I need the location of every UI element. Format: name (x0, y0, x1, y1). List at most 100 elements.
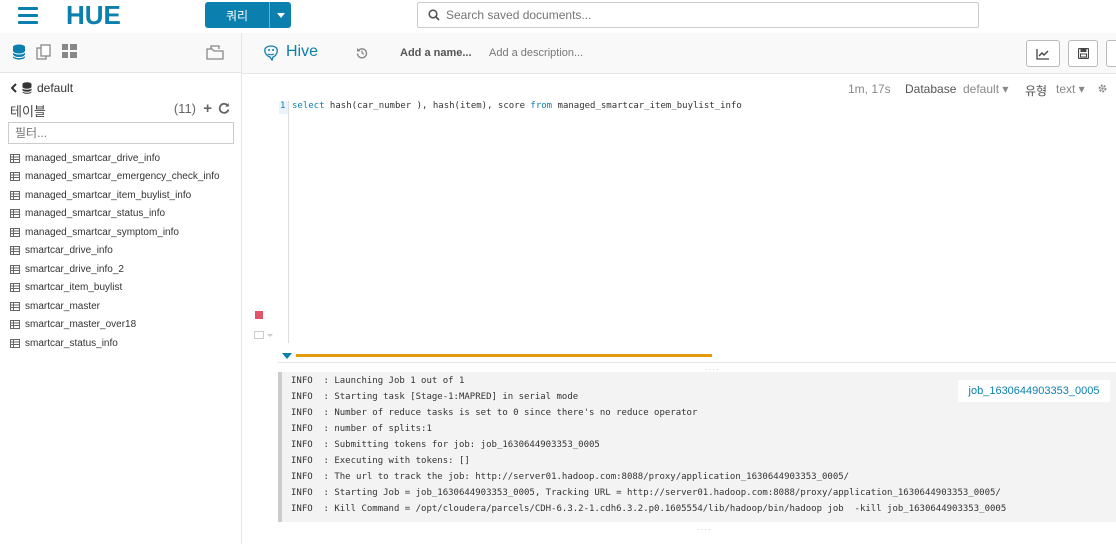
search-icon (428, 9, 440, 21)
log-line: INFO : Kill Command = /opt/cloudera/parc… (291, 504, 1007, 514)
query-name-field[interactable]: Add a name... (400, 47, 472, 59)
add-table-icon[interactable]: + (203, 100, 212, 117)
table-list: managed_smartcar_drive_info managed_smart… (10, 149, 220, 353)
hue-logo[interactable]: HUE (66, 2, 146, 28)
sql-keyword-from: from (530, 101, 553, 111)
database-icon (22, 82, 32, 94)
log-resize-handle[interactable]: ···· (697, 525, 712, 534)
table-list-item[interactable]: smartcar_drive_info_2 (10, 260, 220, 279)
log-line: INFO : Number of reduce tasks is set to … (291, 408, 698, 418)
table-icon (10, 301, 20, 311)
save-icon (1077, 48, 1089, 59)
tables-header: 테이블 (11) + (10, 100, 232, 120)
execution-time: 1m, 17s (848, 82, 891, 96)
collapse-panel-icon[interactable] (206, 44, 224, 60)
tables-label: 테이블 (10, 104, 46, 119)
svg-text:HUE: HUE (66, 2, 121, 28)
engine-name[interactable]: Hive (286, 43, 318, 61)
table-icon (10, 153, 20, 163)
table-list-item[interactable]: managed_smartcar_symptom_info (10, 223, 220, 242)
sql-expression: hash(car_number ), hash(item), score (324, 101, 531, 111)
table-list-item[interactable]: smartcar_master (10, 297, 220, 316)
save-button[interactable] (1068, 40, 1098, 67)
log-line: INFO : number of splits:1 (291, 424, 432, 434)
table-icon (10, 320, 20, 330)
table-name[interactable]: smartcar_master_over18 (25, 319, 136, 330)
table-name[interactable]: smartcar_drive_info_2 (25, 264, 124, 275)
assist-tabs (0, 33, 241, 73)
type-select[interactable]: text ▾ (1056, 82, 1085, 96)
table-list-item[interactable]: smartcar_item_buylist (10, 279, 220, 298)
editor-gutter (288, 101, 289, 343)
history-icon[interactable] (356, 47, 368, 59)
table-list-item[interactable]: managed_smartcar_item_buylist_info (10, 186, 220, 205)
table-list-item[interactable]: smartcar_master_over18 (10, 316, 220, 335)
search-bar[interactable] (417, 2, 979, 28)
table-filter-input[interactable] (8, 122, 234, 144)
table-list-item[interactable]: managed_smartcar_drive_info (10, 149, 220, 168)
refresh-icon[interactable] (218, 102, 230, 114)
table-name[interactable]: managed_smartcar_status_info (25, 208, 165, 219)
database-name[interactable]: default (37, 81, 73, 95)
type-select-value[interactable]: text (1056, 82, 1075, 96)
table-name[interactable]: smartcar_drive_info (25, 245, 113, 256)
table-name[interactable]: smartcar_master (25, 301, 100, 312)
chart-button[interactable] (1026, 40, 1060, 67)
log-line: INFO : Executing with tokens: [] (291, 456, 470, 466)
query-dropdown-toggle[interactable] (269, 2, 291, 28)
query-description-field[interactable]: Add a description... (489, 47, 583, 59)
table-icon (10, 172, 20, 182)
log-line: INFO : Submitting tokens for job: job_16… (291, 440, 600, 450)
query-button-label[interactable]: 쿼리 (205, 2, 269, 28)
table-name[interactable]: smartcar_status_info (25, 338, 118, 349)
progress-bar (296, 354, 712, 357)
table-list-item[interactable]: smartcar_drive_info (10, 242, 220, 261)
table-name[interactable]: managed_smartcar_drive_info (25, 153, 160, 164)
hamburger-menu-icon[interactable] (18, 7, 38, 25)
left-assist-panel: default 테이블 (11) + managed_smartcar_driv… (0, 33, 242, 544)
sql-editor[interactable]: select hash(car_number ), hash(item), sc… (292, 101, 742, 111)
engine-selector[interactable]: Hive (262, 43, 318, 61)
log-line: INFO : The url to track the job: http://… (291, 472, 850, 482)
table-icon (10, 338, 20, 348)
sql-keyword-select: select (292, 101, 325, 111)
database-label: Database (905, 82, 957, 96)
chevron-down-icon (276, 12, 285, 18)
stop-execution-icon[interactable] (255, 311, 263, 319)
table-icon (10, 209, 20, 219)
table-name[interactable]: managed_smartcar_item_buylist_info (25, 190, 191, 201)
table-name[interactable]: managed_smartcar_emergency_check_info (25, 171, 220, 182)
more-button[interactable] (1106, 40, 1116, 67)
table-icon (10, 190, 20, 200)
back-chevron-icon[interactable] (10, 83, 17, 93)
hive-icon (264, 45, 278, 61)
top-bar: HUE 쿼리 (0, 0, 1116, 33)
table-icon (10, 264, 20, 274)
editor-panel: Hive Add a name... Add a description... … (242, 33, 1116, 544)
results-divider (278, 362, 1116, 363)
table-list-item[interactable]: smartcar_status_info (10, 334, 220, 353)
collapse-log-chevron-icon[interactable] (282, 353, 292, 359)
table-list-item[interactable]: managed_smartcar_status_info (10, 205, 220, 224)
editor-toolbar: Hive Add a name... Add a description... (242, 33, 1116, 74)
table-name[interactable]: managed_smartcar_symptom_info (25, 227, 179, 238)
table-icon (10, 283, 20, 293)
sql-table-name: managed_smartcar_item_buylist_info (552, 101, 742, 111)
grid-icon[interactable] (62, 44, 77, 58)
table-icon (10, 227, 20, 237)
query-button[interactable]: 쿼리 (205, 2, 291, 28)
tables-count: (11) (173, 101, 196, 116)
database-select[interactable]: default ▾ (963, 82, 1008, 96)
job-link[interactable]: job_1630644903353_0005 (958, 380, 1110, 402)
line-chart-icon (1036, 48, 1049, 60)
search-input[interactable] (446, 8, 946, 22)
editor-options-icon[interactable] (254, 331, 274, 339)
database-select-value[interactable]: default (963, 82, 999, 96)
table-list-item[interactable]: managed_smartcar_emergency_check_info (10, 168, 220, 187)
documents-icon[interactable] (36, 44, 52, 60)
settings-gear-icon[interactable] (1097, 83, 1108, 94)
log-line: INFO : Starting Job = job_1630644903353_… (291, 488, 1001, 498)
database-icon[interactable] (12, 44, 26, 60)
database-breadcrumb[interactable]: default (10, 81, 73, 95)
table-name[interactable]: smartcar_item_buylist (25, 282, 122, 293)
